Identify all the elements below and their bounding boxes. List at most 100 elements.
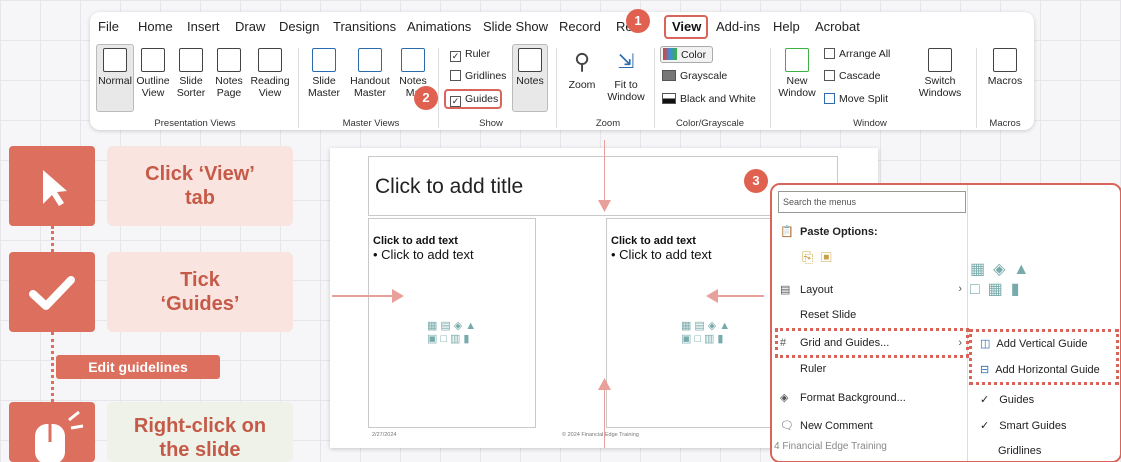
notes-button[interactable]: Notes [512, 48, 548, 87]
tab-add-ins[interactable]: Add-ins [716, 19, 760, 34]
macros-icon [993, 48, 1017, 72]
tab-file[interactable]: File [98, 19, 119, 34]
tab-record[interactable]: Record [559, 19, 601, 34]
tab-view[interactable]: View [672, 19, 701, 34]
show-label: Show [479, 118, 503, 129]
slide-master-button[interactable]: Slide Master [304, 48, 344, 99]
grayscale-button[interactable]: Grayscale [662, 70, 727, 82]
switch-windows-button[interactable]: Switch Windows [916, 48, 964, 99]
separator [976, 48, 977, 128]
separator [770, 48, 771, 128]
right-heading-text: Click to add text [611, 235, 696, 247]
presentation-views-label: Presentation Views [154, 118, 236, 129]
tab-acrobat[interactable]: Acrobat [815, 19, 860, 34]
horizontal-guide-left [332, 295, 394, 297]
tab-home[interactable]: Home [138, 19, 173, 34]
reading-view-button[interactable]: Reading View [250, 48, 290, 99]
paste-option-buttons[interactable]: ⎘ ▣ [802, 249, 832, 266]
slide-master-label: Slide Master [307, 75, 341, 99]
black-white-button[interactable]: Black and White [662, 93, 756, 105]
tab-animations[interactable]: Animations [407, 19, 471, 34]
menu-item-new-comment[interactable]: 🗨 New Comment [780, 419, 873, 432]
menu-item-reset-slide[interactable]: Reset Slide [800, 309, 856, 321]
paste-keep-icon[interactable]: ⎘ [802, 249, 813, 265]
slide-sorter-button[interactable]: Slide Sorter [174, 48, 208, 99]
tab-insert[interactable]: Insert [187, 19, 220, 34]
zoom-group-label: Zoom [595, 118, 621, 129]
tab-slide-show[interactable]: Slide Show [483, 19, 548, 34]
move-split-button[interactable]: Move Split [824, 93, 888, 105]
new-window-button[interactable]: New Window [776, 48, 818, 99]
tab-draw[interactable]: Draw [235, 19, 265, 34]
menu-item-format-background[interactable]: ◈ Format Background... [780, 391, 906, 404]
tab-design[interactable]: Design [279, 19, 319, 34]
cascade-icon [824, 70, 835, 81]
color-swatch-icon [663, 48, 677, 60]
outline-view-icon [141, 48, 165, 72]
checkmark-icon [29, 276, 75, 310]
step2-text: Tick ‘Guides’ [160, 269, 240, 315]
guides-label: Guides [465, 93, 499, 105]
left-bullet-text: • Click to add text [373, 247, 474, 262]
step-badge-2: 2 [414, 86, 438, 110]
tab-transitions[interactable]: Transitions [333, 19, 396, 34]
menu-search-input[interactable]: Search the menus [778, 191, 966, 213]
paste-options-heading: 📋 Paste Options: [780, 225, 878, 238]
fit-to-window-button[interactable]: ⇲ Fit to Window [602, 48, 650, 103]
outline-view-label: Outline View [136, 75, 170, 99]
clipboard-icon: 📋 [780, 226, 794, 238]
ruler-check-icon: ✓ [450, 51, 461, 62]
move-split-label: Move Split [839, 93, 889, 105]
slide-footer: © 2024 Financial Edge Training [562, 432, 639, 438]
separator [438, 48, 439, 128]
grid-guides-highlight [775, 328, 969, 358]
left-content-placeholder[interactable]: Click to add text • Click to add text ▦▤… [368, 218, 536, 428]
check-icon: ✓ [980, 394, 990, 406]
handout-master-button[interactable]: Handout Master [348, 48, 392, 99]
handout-master-icon [358, 48, 382, 72]
comment-icon: 🗨 [780, 420, 794, 432]
macros-button[interactable]: Macros [984, 48, 1026, 87]
arrange-all-button[interactable]: Arrange All [824, 48, 890, 60]
cascade-button[interactable]: Cascade [824, 70, 880, 82]
smart-guides-label: Smart Guides [999, 420, 1067, 432]
step-badge-3: 3 [744, 169, 768, 193]
paste-picture-icon[interactable]: ▣ [821, 249, 832, 265]
gridlines-label: Gridlines [465, 70, 507, 82]
outline-view-button[interactable]: Outline View [136, 48, 170, 99]
ruler-checkbox[interactable]: ✓ Ruler [450, 48, 490, 62]
zoom-button[interactable]: ⚲ Zoom [564, 48, 600, 91]
guides-toggle-label: Guides [999, 394, 1035, 406]
right-content-placeholder[interactable]: Click to add text • Click to add text ▦▤… [606, 218, 786, 428]
ribbon-tabs: File Home Insert Draw Design Transitions… [90, 12, 1034, 42]
gridlines-checkbox[interactable]: Gridlines [450, 70, 506, 82]
grayscale-label: Grayscale [680, 70, 728, 82]
reading-view-icon [258, 48, 282, 72]
normal-view-button[interactable]: Normal [96, 48, 134, 87]
notes-page-button[interactable]: Notes Page [212, 48, 246, 99]
edit-guidelines-tag: Edit guidelines [56, 355, 220, 379]
insert-content-icons: ▦▤◈▲ ▣□▥▮ [427, 320, 480, 345]
layout-icon: ▤ [780, 284, 791, 296]
menu-item-layout[interactable]: ▤ Layout › [780, 283, 962, 296]
gridlines-box-icon [450, 70, 461, 81]
guides-checkbox[interactable]: ✓ Guides [450, 93, 498, 107]
check-icon: ✓ [980, 420, 990, 432]
zoom-label: Zoom [568, 79, 596, 91]
behind-footer-text: 4 Financial Edge Training [774, 441, 887, 452]
step2-icon-tile [9, 252, 95, 332]
tab-help[interactable]: Help [773, 19, 800, 34]
cursor-arrow-icon [43, 170, 67, 206]
color-label: Color [681, 49, 707, 61]
move-split-icon [824, 93, 835, 104]
paint-bucket-icon: ◈ [780, 392, 789, 404]
menu-item-ruler[interactable]: Ruler [800, 363, 826, 375]
context-menu: Search the menus 📋 Paste Options: ⎘ ▣ ▤ La… [772, 185, 968, 461]
chevron-right-icon: › [958, 283, 962, 295]
right-bullet-text: • Click to add text [611, 247, 712, 262]
smart-guides-item[interactable]: ✓ Smart Guides [980, 419, 1066, 432]
guides-toggle-item[interactable]: ✓ Guides [980, 393, 1034, 406]
gridlines-toggle-item[interactable]: Gridlines [998, 445, 1041, 457]
step1-card: Click ‘View’ tab [107, 146, 293, 226]
color-button[interactable]: Color [660, 46, 714, 63]
